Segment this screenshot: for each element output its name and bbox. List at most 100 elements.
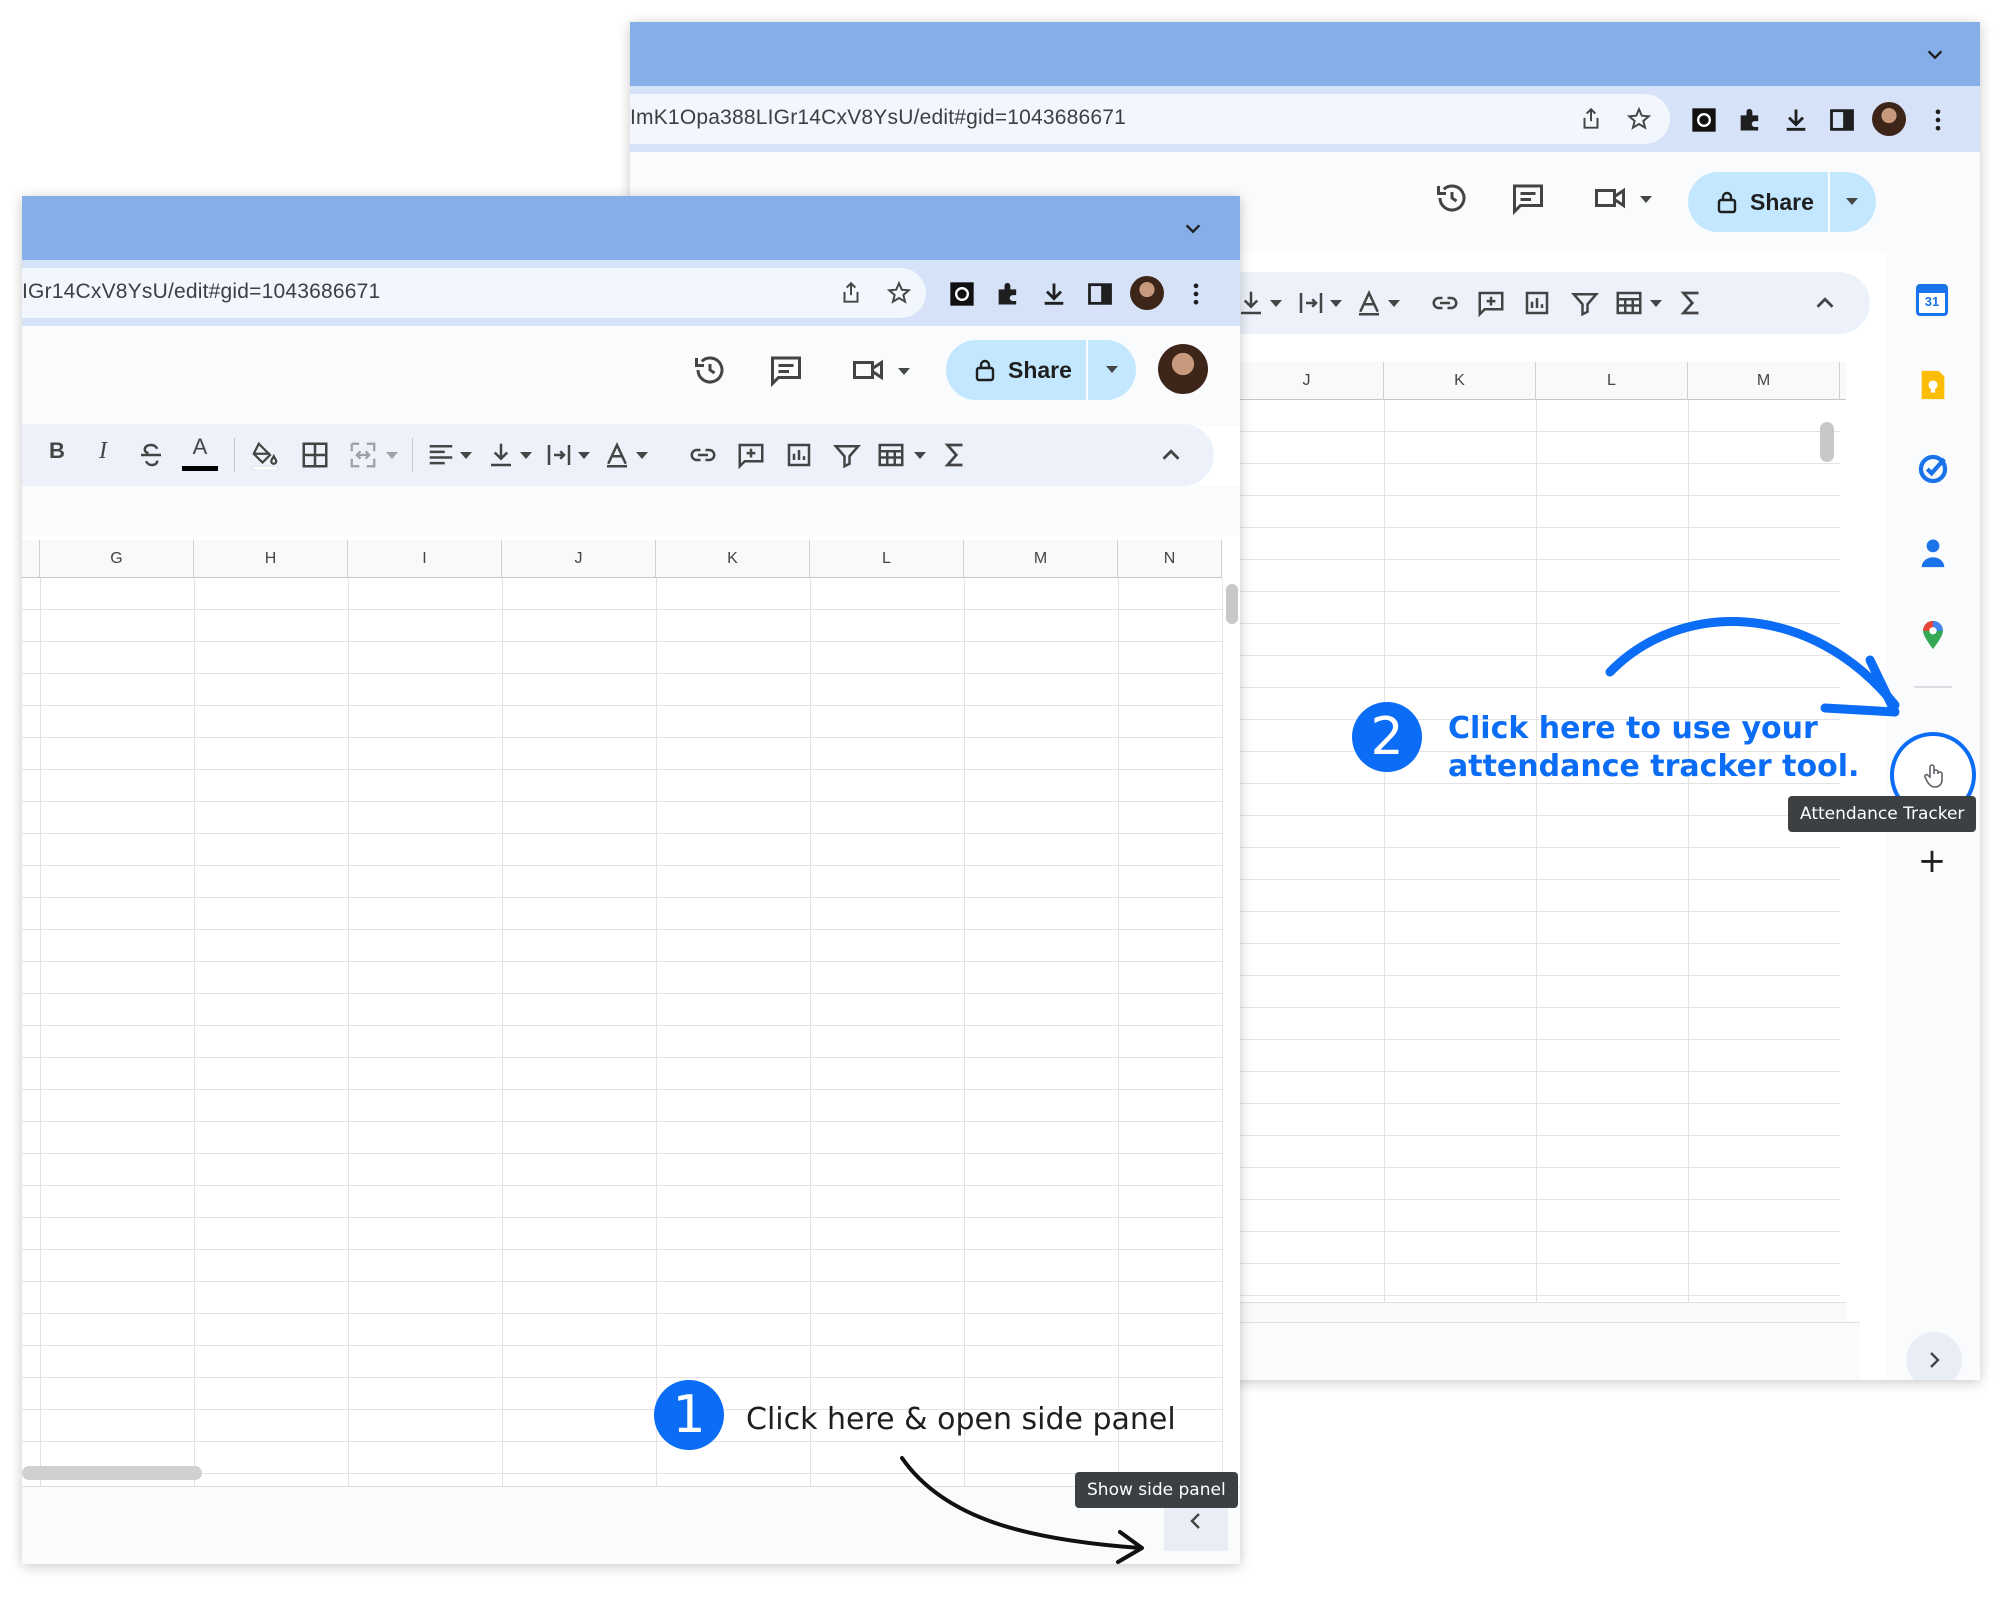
caret[interactable]: [914, 452, 926, 459]
merge-cells-icon[interactable]: [348, 440, 378, 470]
filter-icon[interactable]: [1570, 288, 1600, 318]
version-history-icon[interactable]: [692, 352, 728, 388]
column-header-i[interactable]: I: [348, 540, 502, 578]
caret[interactable]: [636, 452, 648, 459]
caret[interactable]: [386, 452, 398, 459]
star-icon[interactable]: [886, 280, 912, 306]
caret[interactable]: [1270, 300, 1282, 307]
horizontal-scrollbar-thumb[interactable]: [22, 1466, 202, 1480]
share-button[interactable]: Share: [1688, 172, 1876, 232]
add-icon[interactable]: +: [1914, 844, 1950, 878]
column-header-n[interactable]: N: [1118, 540, 1222, 578]
insert-chart-icon[interactable]: [784, 440, 814, 470]
text-rotation-icon[interactable]: [1354, 288, 1384, 318]
fill-color-icon[interactable]: [250, 440, 280, 470]
profile-avatar[interactable]: [1130, 276, 1164, 310]
vertical-scrollbar-thumb[interactable]: [1820, 422, 1834, 462]
caret[interactable]: [578, 452, 590, 459]
vertical-scrollbar-thumb[interactable]: [1226, 584, 1238, 624]
comments-icon[interactable]: [1510, 180, 1546, 216]
column-header-l[interactable]: L: [810, 540, 964, 578]
comments-icon[interactable]: [768, 352, 804, 388]
bold-button[interactable]: B: [42, 438, 72, 464]
extension-icon[interactable]: [1690, 106, 1718, 134]
text-color-button[interactable]: A: [182, 434, 218, 474]
text-wrap-icon[interactable]: [1296, 288, 1326, 318]
table-views-icon[interactable]: [876, 440, 906, 470]
meet-icon[interactable]: [850, 352, 886, 388]
meet-icon[interactable]: [1592, 180, 1628, 216]
caret[interactable]: [1650, 300, 1662, 307]
column-header-f[interactable]: [22, 540, 40, 578]
caret[interactable]: [1388, 300, 1400, 307]
extension-icon[interactable]: [948, 280, 976, 308]
table-views-icon[interactable]: [1614, 288, 1644, 318]
side-panel-toggle-icon[interactable]: [1828, 106, 1856, 134]
chevron-down-icon[interactable]: [1182, 218, 1204, 240]
insert-comment-icon[interactable]: [1476, 288, 1506, 318]
functions-icon[interactable]: [940, 440, 970, 470]
column-header-h[interactable]: H: [194, 540, 348, 578]
horizontal-align-icon[interactable]: [426, 440, 456, 470]
filter-icon[interactable]: [832, 440, 862, 470]
side-panel-toggle-icon[interactable]: [1086, 280, 1114, 308]
share-dropdown-caret[interactable]: [1846, 198, 1858, 205]
horizontal-scroll-strip[interactable]: [1230, 1302, 1846, 1322]
meet-dropdown-caret[interactable]: [898, 368, 910, 375]
functions-icon[interactable]: [1676, 288, 1706, 318]
borders-icon[interactable]: [300, 440, 330, 470]
insert-comment-icon[interactable]: [736, 440, 766, 470]
column-header-m[interactable]: M: [1688, 362, 1840, 400]
caret[interactable]: [520, 452, 532, 459]
download-icon[interactable]: [1040, 280, 1068, 308]
link-icon[interactable]: [688, 440, 718, 470]
menu-dots-icon[interactable]: [1924, 106, 1952, 134]
meet-dropdown-caret[interactable]: [1640, 196, 1652, 203]
link-icon[interactable]: [1430, 288, 1460, 318]
share-dropdown-caret[interactable]: [1106, 366, 1118, 373]
keep-icon[interactable]: [1916, 368, 1950, 402]
chevron-down-icon[interactable]: [1924, 44, 1946, 66]
share-page-icon[interactable]: [838, 280, 864, 306]
italic-button[interactable]: I: [88, 438, 118, 465]
cell-grid[interactable]: [1230, 400, 1840, 1302]
share-main[interactable]: Share: [1688, 172, 1814, 232]
contacts-icon[interactable]: [1916, 536, 1950, 570]
puzzle-icon[interactable]: [1736, 106, 1764, 134]
spreadsheet-grid[interactable]: J K L M: [1230, 362, 1846, 1322]
caret[interactable]: [460, 452, 472, 459]
calendar-icon[interactable]: 31: [1916, 284, 1948, 316]
omnibox[interactable]: ImK1Opa388LIGr14CxV8YsU/edit#gid=1043686…: [630, 94, 1670, 144]
text-rotation-icon[interactable]: [602, 440, 632, 470]
omnibox[interactable]: IGr14CxV8YsU/edit#gid=1043686671: [22, 268, 926, 318]
vertical-align-icon[interactable]: [486, 440, 516, 470]
caret[interactable]: [1330, 300, 1342, 307]
column-header-g[interactable]: G: [40, 540, 194, 578]
maps-icon[interactable]: [1916, 618, 1950, 652]
vertical-scrollbar[interactable]: [1222, 578, 1240, 1486]
share-main[interactable]: Share: [946, 340, 1072, 400]
column-header-k[interactable]: K: [656, 540, 810, 578]
account-avatar[interactable]: [1158, 344, 1208, 394]
column-header-j[interactable]: J: [1230, 362, 1384, 400]
vertical-align-icon[interactable]: [1236, 288, 1266, 318]
cell-grid[interactable]: [22, 578, 1222, 1486]
puzzle-icon[interactable]: [994, 280, 1022, 308]
column-header-m[interactable]: M: [964, 540, 1118, 578]
column-header-k[interactable]: K: [1384, 362, 1536, 400]
star-icon[interactable]: [1626, 106, 1652, 132]
menu-dots-icon[interactable]: [1182, 280, 1210, 308]
insert-chart-icon[interactable]: [1522, 288, 1552, 318]
tasks-icon[interactable]: [1916, 452, 1950, 486]
share-button[interactable]: Share: [946, 340, 1136, 400]
column-header-j[interactable]: J: [502, 540, 656, 578]
text-wrap-icon[interactable]: [544, 440, 574, 470]
share-page-icon[interactable]: [1578, 106, 1604, 132]
profile-avatar[interactable]: [1872, 102, 1906, 136]
spreadsheet-grid[interactable]: G H I J K L M N: [22, 540, 1240, 1486]
version-history-icon[interactable]: [1434, 180, 1470, 216]
formula-bar[interactable]: [22, 486, 1240, 536]
collapse-toolbar-icon[interactable]: [1156, 440, 1186, 470]
hide-side-panel-button[interactable]: [1906, 1332, 1962, 1380]
column-header-l[interactable]: L: [1536, 362, 1688, 400]
